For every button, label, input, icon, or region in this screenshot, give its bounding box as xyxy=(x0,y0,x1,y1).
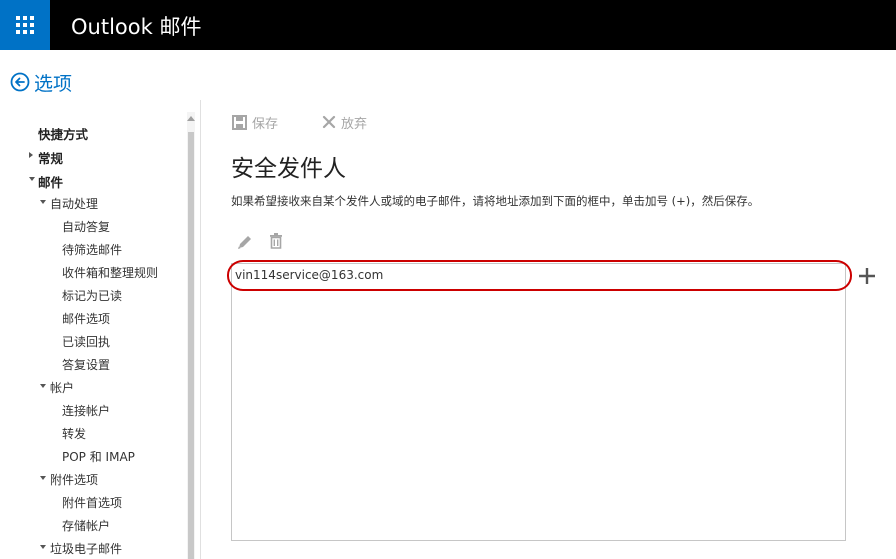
app-launcher-button[interactable] xyxy=(0,0,50,50)
safe-senders-list[interactable] xyxy=(231,263,846,541)
page-description: 如果希望接收来自某个发件人或域的电子邮件，请将地址添加到下面的框中，单击加号 (… xyxy=(231,194,760,208)
back-to-options-button[interactable]: 选项 xyxy=(10,68,72,96)
nav-item[interactable]: 连接帐户 xyxy=(62,402,110,419)
nav-item[interactable]: 自动处理 xyxy=(50,195,98,212)
top-bar: Outlook 邮件 xyxy=(0,0,896,50)
discard-button[interactable]: 放弃 xyxy=(322,113,368,132)
nav-item[interactable]: POP 和 IMAP xyxy=(62,448,135,465)
nav-scrollbar-thumb[interactable] xyxy=(188,132,194,559)
collapse-arrow-icon[interactable] xyxy=(40,384,46,388)
collapse-arrow-icon[interactable] xyxy=(40,200,46,204)
plus-icon xyxy=(859,268,875,284)
page-title: 安全发件人 xyxy=(231,156,346,182)
safe-sender-entry[interactable]: vin114service@163.com xyxy=(232,264,832,287)
back-arrow-icon xyxy=(10,72,30,92)
collapse-arrow-icon[interactable] xyxy=(40,545,46,549)
nav-item[interactable]: 标记为已读 xyxy=(62,287,122,304)
collapse-arrow-icon[interactable] xyxy=(40,476,46,480)
nav-item[interactable]: 附件选项 xyxy=(50,471,98,488)
pencil-icon xyxy=(238,236,251,249)
nav-item[interactable]: 转发 xyxy=(62,425,86,442)
collapse-arrow-icon[interactable] xyxy=(29,177,35,181)
app-title: Outlook 邮件 xyxy=(71,15,202,39)
nav-item[interactable]: 存储帐户 xyxy=(62,517,110,534)
expand-arrow-icon[interactable] xyxy=(29,152,33,158)
nav-item[interactable]: 快捷方式 xyxy=(38,124,88,143)
nav-item[interactable]: 自动答复 xyxy=(62,218,110,235)
delete-button[interactable] xyxy=(268,232,284,254)
discard-label: 放弃 xyxy=(341,116,368,132)
nav-item[interactable]: 常规 xyxy=(38,148,63,167)
nav-item[interactable]: 答复设置 xyxy=(62,356,110,373)
nav-item[interactable]: 附件首选项 xyxy=(62,494,122,511)
save-icon xyxy=(232,114,247,130)
options-nav: 快捷方式常规邮件自动处理自动答复待筛选邮件收件箱和整理规则 标记为已读邮件选项已读… xyxy=(0,100,200,559)
nav-item[interactable]: 邮件 xyxy=(38,172,63,191)
trash-icon xyxy=(270,233,282,249)
nav-scroll-up-arrow[interactable] xyxy=(187,116,195,121)
options-heading: 选项 xyxy=(34,72,73,95)
nav-item[interactable]: 已读回执 xyxy=(62,333,110,350)
edit-button[interactable] xyxy=(236,233,254,255)
add-entry-button[interactable] xyxy=(857,266,877,286)
save-button[interactable]: 保存 xyxy=(232,113,279,132)
nav-item[interactable]: 收件箱和整理规则 xyxy=(62,264,158,281)
save-label: 保存 xyxy=(252,116,279,132)
close-icon xyxy=(322,115,336,129)
nav-item[interactable]: 垃圾电子邮件 xyxy=(50,540,122,557)
nav-item[interactable]: 帐户 xyxy=(50,379,74,396)
nav-divider xyxy=(200,100,201,559)
nav-item[interactable]: 待筛选邮件 xyxy=(62,241,122,258)
waffle-icon xyxy=(16,16,34,34)
nav-item[interactable]: 邮件选项 xyxy=(62,310,110,327)
